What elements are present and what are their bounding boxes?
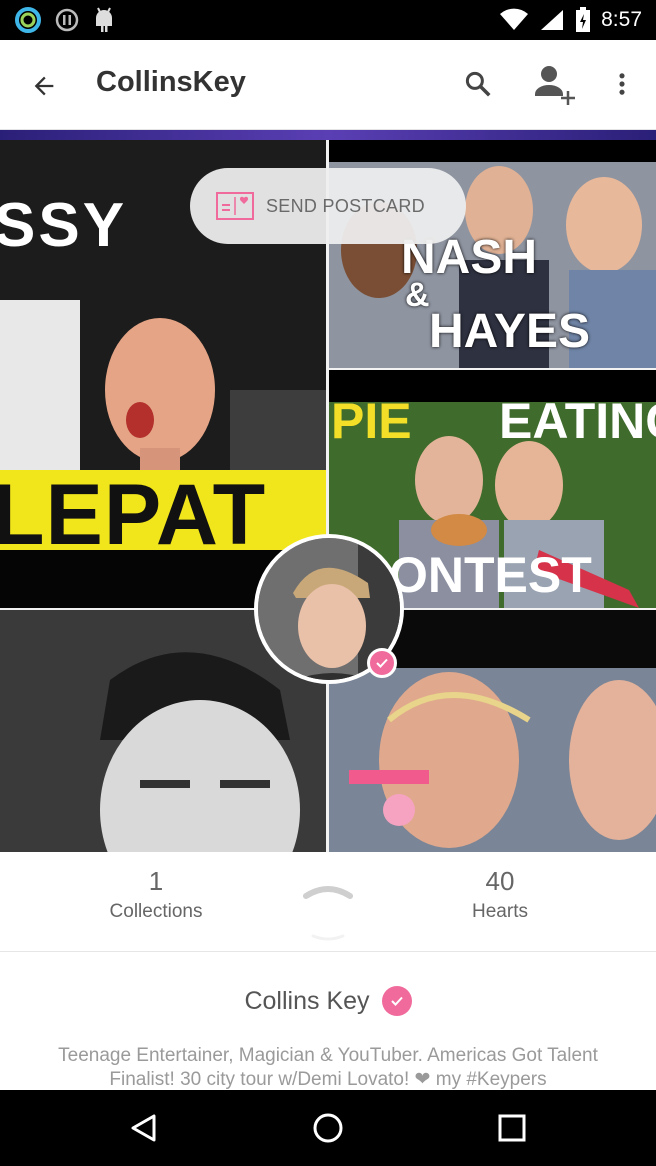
thumbnail-text-bottom: HAYES	[429, 305, 590, 358]
thumbnail-text-top-right: EATING	[499, 393, 656, 449]
profile-bio: Teenage Entertainer, Magician & YouTuber…	[58, 1045, 598, 1090]
collections-stat[interactable]: 1 Collections	[56, 866, 256, 923]
status-bar: 8:57	[0, 0, 656, 40]
nav-back-icon	[131, 1114, 156, 1142]
verified-badge-icon	[381, 986, 412, 1016]
nav-recents-button[interactable]	[482, 1102, 542, 1154]
search-icon	[465, 71, 491, 97]
cover-top-strip	[0, 130, 656, 140]
back-arrow-icon	[34, 76, 54, 96]
status-time: 8:57	[601, 8, 642, 31]
app-bar: CollinsKey	[0, 40, 656, 130]
add-friend-button[interactable]	[528, 60, 580, 108]
hearts-count: 40	[485, 866, 515, 896]
android-icon	[96, 7, 112, 32]
send-postcard-button[interactable]: SEND POSTCARD	[190, 168, 466, 244]
page-title: CollinsKey	[96, 66, 246, 98]
ring-app-icon	[15, 7, 41, 33]
pull-handle-icon[interactable]	[303, 882, 353, 942]
thumbnail-text-top: PIE	[331, 393, 412, 449]
battery-icon	[576, 7, 591, 32]
thumbnail-text-bottom: ONTEST	[389, 547, 592, 603]
more-vert-icon	[619, 73, 625, 95]
hearts-label: Hearts	[472, 901, 528, 922]
nav-recents-icon	[498, 1114, 526, 1142]
thumbnail-text-block: NASH & HAYES	[401, 234, 590, 358]
collections-label: Collections	[109, 901, 203, 922]
profile-section: Collins Key Teenage Entertainer, Magicia…	[0, 952, 656, 1090]
nav-home-button[interactable]	[298, 1102, 358, 1154]
back-button[interactable]	[20, 62, 68, 110]
navigation-bar	[0, 1090, 656, 1166]
data-saver-icon	[55, 8, 79, 32]
collections-count: 1	[148, 866, 164, 896]
wifi-icon	[500, 8, 529, 30]
profile-name-row: Collins Key	[0, 986, 656, 1016]
nav-back-button[interactable]	[114, 1102, 174, 1154]
nav-home-icon	[313, 1113, 343, 1143]
postcard-icon	[216, 192, 254, 220]
send-postcard-label: SEND POSTCARD	[266, 195, 425, 216]
thumbnail-text-top: SSY	[0, 191, 128, 260]
add-person-icon	[535, 66, 575, 105]
verified-badge-icon	[367, 648, 397, 678]
thumbnail-text-bottom: LEPAT	[0, 467, 267, 563]
profile-name: Collins Key	[244, 986, 370, 1015]
stats-bar: 1 Collections 40 Hearts	[0, 852, 656, 952]
signal-icon	[541, 10, 564, 30]
search-button[interactable]	[454, 60, 502, 108]
hearts-stat[interactable]: 40 Hearts	[400, 866, 600, 923]
cover-collage: SSY LEPAT NASH & HAYES PIE EATIN ONTEST …	[0, 130, 656, 852]
more-options-button[interactable]	[598, 60, 646, 108]
